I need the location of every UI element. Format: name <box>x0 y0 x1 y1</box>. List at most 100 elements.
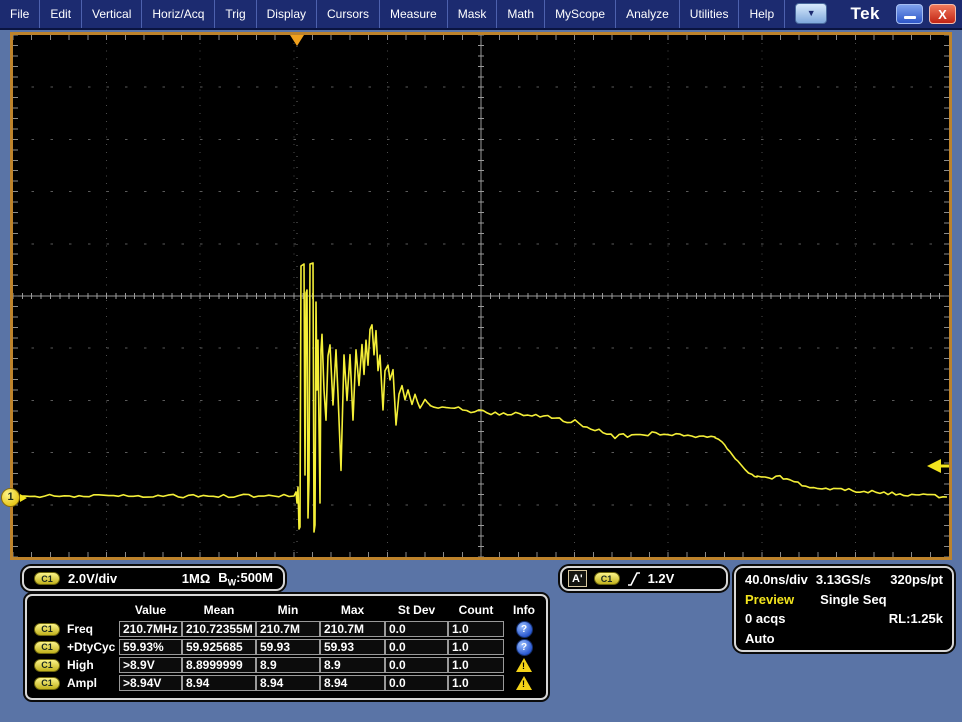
trigger-level-value: 1.2V <box>648 571 675 586</box>
trigger-mode: Auto <box>745 631 775 646</box>
meas-row--dtycyc: C1+DtyCyc59.93%59.92568559.9359.930.01.0… <box>29 638 544 656</box>
meas-min: 59.93 <box>256 639 320 655</box>
info-question-icon[interactable]: ? <box>516 639 533 656</box>
meas-min: 8.94 <box>256 675 320 691</box>
meas-header: ValueMeanMinMaxSt DevCountInfo <box>29 599 544 620</box>
waveform-display: 1 <box>10 32 952 560</box>
channel1-bandwidth: BW:500M <box>218 570 273 588</box>
channel1-readout-panel[interactable]: C1 2.0V/div 1MΩ BW:500M <box>22 566 285 591</box>
meas-col-max: Max <box>320 603 385 617</box>
menu-math[interactable]: Math <box>497 0 545 28</box>
meas-mean: 8.94 <box>182 675 256 691</box>
waveform-trace <box>20 263 947 532</box>
meas-col-mean: Mean <box>182 603 256 617</box>
meas-col-value: Value <box>119 603 182 617</box>
meas-mean: 8.8999999 <box>182 657 256 673</box>
acquisition-mode: Single Seq <box>820 592 886 607</box>
menu-help[interactable]: Help <box>739 0 785 28</box>
meas-max: 8.94 <box>320 675 385 691</box>
meas-mean: 210.72355M <box>182 621 256 637</box>
channel1-marker-arrow-icon <box>20 494 27 502</box>
meas-count: 1.0 <box>448 621 504 637</box>
menu-analyze[interactable]: Analyze <box>616 0 680 28</box>
meas-count: 1.0 <box>448 657 504 673</box>
meas-rows: C1Freq210.7MHz210.72355M210.7M210.7M0.01… <box>29 620 544 692</box>
measurement-name: High <box>67 658 94 672</box>
channel-badge[interactable]: C1 <box>34 623 60 636</box>
menu-dropdown-button[interactable]: ▼ <box>795 3 827 24</box>
meas-max: 8.9 <box>320 657 385 673</box>
measurement-name: Freq <box>67 622 93 636</box>
close-icon: X <box>938 7 947 22</box>
meas-min: 210.7M <box>256 621 320 637</box>
trigger-channel-badge: C1 <box>594 572 620 585</box>
resolution: 320ps/pt <box>890 572 943 587</box>
meas-row-ampl: C1Ampl>8.94V8.948.948.940.01.0! <box>29 674 544 692</box>
measurement-name: +DtyCyc <box>67 640 115 654</box>
rising-edge-icon <box>627 571 641 587</box>
menu-vertical[interactable]: Vertical <box>82 0 142 28</box>
meas-stdev: 0.0 <box>385 675 448 691</box>
tek-logo: Tek <box>850 4 880 24</box>
warning-icon[interactable]: ! <box>516 676 532 690</box>
acquisition-count: 0 acqs <box>745 611 785 626</box>
meas-col-min: Min <box>256 603 320 617</box>
meas-count: 1.0 <box>448 639 504 655</box>
meas-stdev: 0.0 <box>385 621 448 637</box>
warning-icon[interactable]: ! <box>516 658 532 672</box>
meas-value: 210.7MHz <box>119 621 182 637</box>
meas-stdev: 0.0 <box>385 657 448 673</box>
menu-utilities[interactable]: Utilities <box>680 0 740 28</box>
meas-stdev: 0.0 <box>385 639 448 655</box>
trigger-readout-panel[interactable]: A' C1 1.2V <box>560 566 728 591</box>
measurement-name: Ampl <box>67 676 97 690</box>
record-length: RL:1.25k <box>889 611 943 626</box>
channel1-scale: 2.0V/div <box>68 571 117 586</box>
trigger-source-badge: A' <box>568 570 587 587</box>
trigger-level-marker[interactable] <box>927 459 941 473</box>
meas-mean: 59.925685 <box>182 639 256 655</box>
menu-items: FileEditVerticalHoriz/AcqTrigDisplayCurs… <box>0 0 785 28</box>
trigger-position-marker[interactable] <box>290 35 304 46</box>
channel-badge[interactable]: C1 <box>34 659 60 672</box>
chevron-down-icon: ▼ <box>807 9 816 18</box>
meas-col-st-dev: St Dev <box>385 603 448 617</box>
oscilloscope-screen: FileEditVerticalHoriz/AcqTrigDisplayCurs… <box>0 0 962 722</box>
meas-value: >8.9V <box>119 657 182 673</box>
menu-file[interactable]: File <box>0 0 40 28</box>
menu-edit[interactable]: Edit <box>40 0 82 28</box>
info-question-icon[interactable]: ? <box>516 621 533 638</box>
menu-myscope[interactable]: MyScope <box>545 0 616 28</box>
channel-badge[interactable]: C1 <box>34 641 60 654</box>
meas-col-info: Info <box>504 603 544 617</box>
preview-status: Preview <box>745 592 794 607</box>
menu-display[interactable]: Display <box>257 0 317 28</box>
channel1-badge: C1 <box>34 572 60 585</box>
meas-max: 59.93 <box>320 639 385 655</box>
meas-row-freq: C1Freq210.7MHz210.72355M210.7M210.7M0.01… <box>29 620 544 638</box>
minimize-icon <box>904 16 916 19</box>
titlebar-spacer <box>827 0 850 28</box>
channel1-reference-marker[interactable]: 1 <box>1 488 27 507</box>
horizontal-readout-panel[interactable]: 40.0ns/div 3.13GS/s 320ps/pt Preview Sin… <box>734 566 954 652</box>
channel1-impedance: 1MΩ <box>182 571 210 586</box>
meas-value: 59.93% <box>119 639 182 655</box>
meas-max: 210.7M <box>320 621 385 637</box>
meas-value: >8.94V <box>119 675 182 691</box>
menu-horiz-acq[interactable]: Horiz/Acq <box>142 0 215 28</box>
measurement-table: ValueMeanMinMaxSt DevCountInfo C1 Freq 210… <box>25 594 548 700</box>
close-button[interactable]: X <box>929 4 956 24</box>
sample-rate: 3.13GS/s <box>816 572 871 587</box>
menu-cursors[interactable]: Cursors <box>317 0 380 28</box>
meas-count: 1.0 <box>448 675 504 691</box>
minimize-button[interactable] <box>896 4 923 24</box>
menu-bar: FileEditVerticalHoriz/AcqTrigDisplayCurs… <box>0 0 962 30</box>
time-per-div: 40.0ns/div <box>745 572 808 587</box>
menu-mask[interactable]: Mask <box>448 0 498 28</box>
menu-measure[interactable]: Measure <box>380 0 448 28</box>
channel1-marker-label: 1 <box>1 488 20 507</box>
channel-badge[interactable]: C1 <box>34 677 60 690</box>
meas-col-count: Count <box>448 603 504 617</box>
meas-min: 8.9 <box>256 657 320 673</box>
menu-trig[interactable]: Trig <box>215 0 256 28</box>
